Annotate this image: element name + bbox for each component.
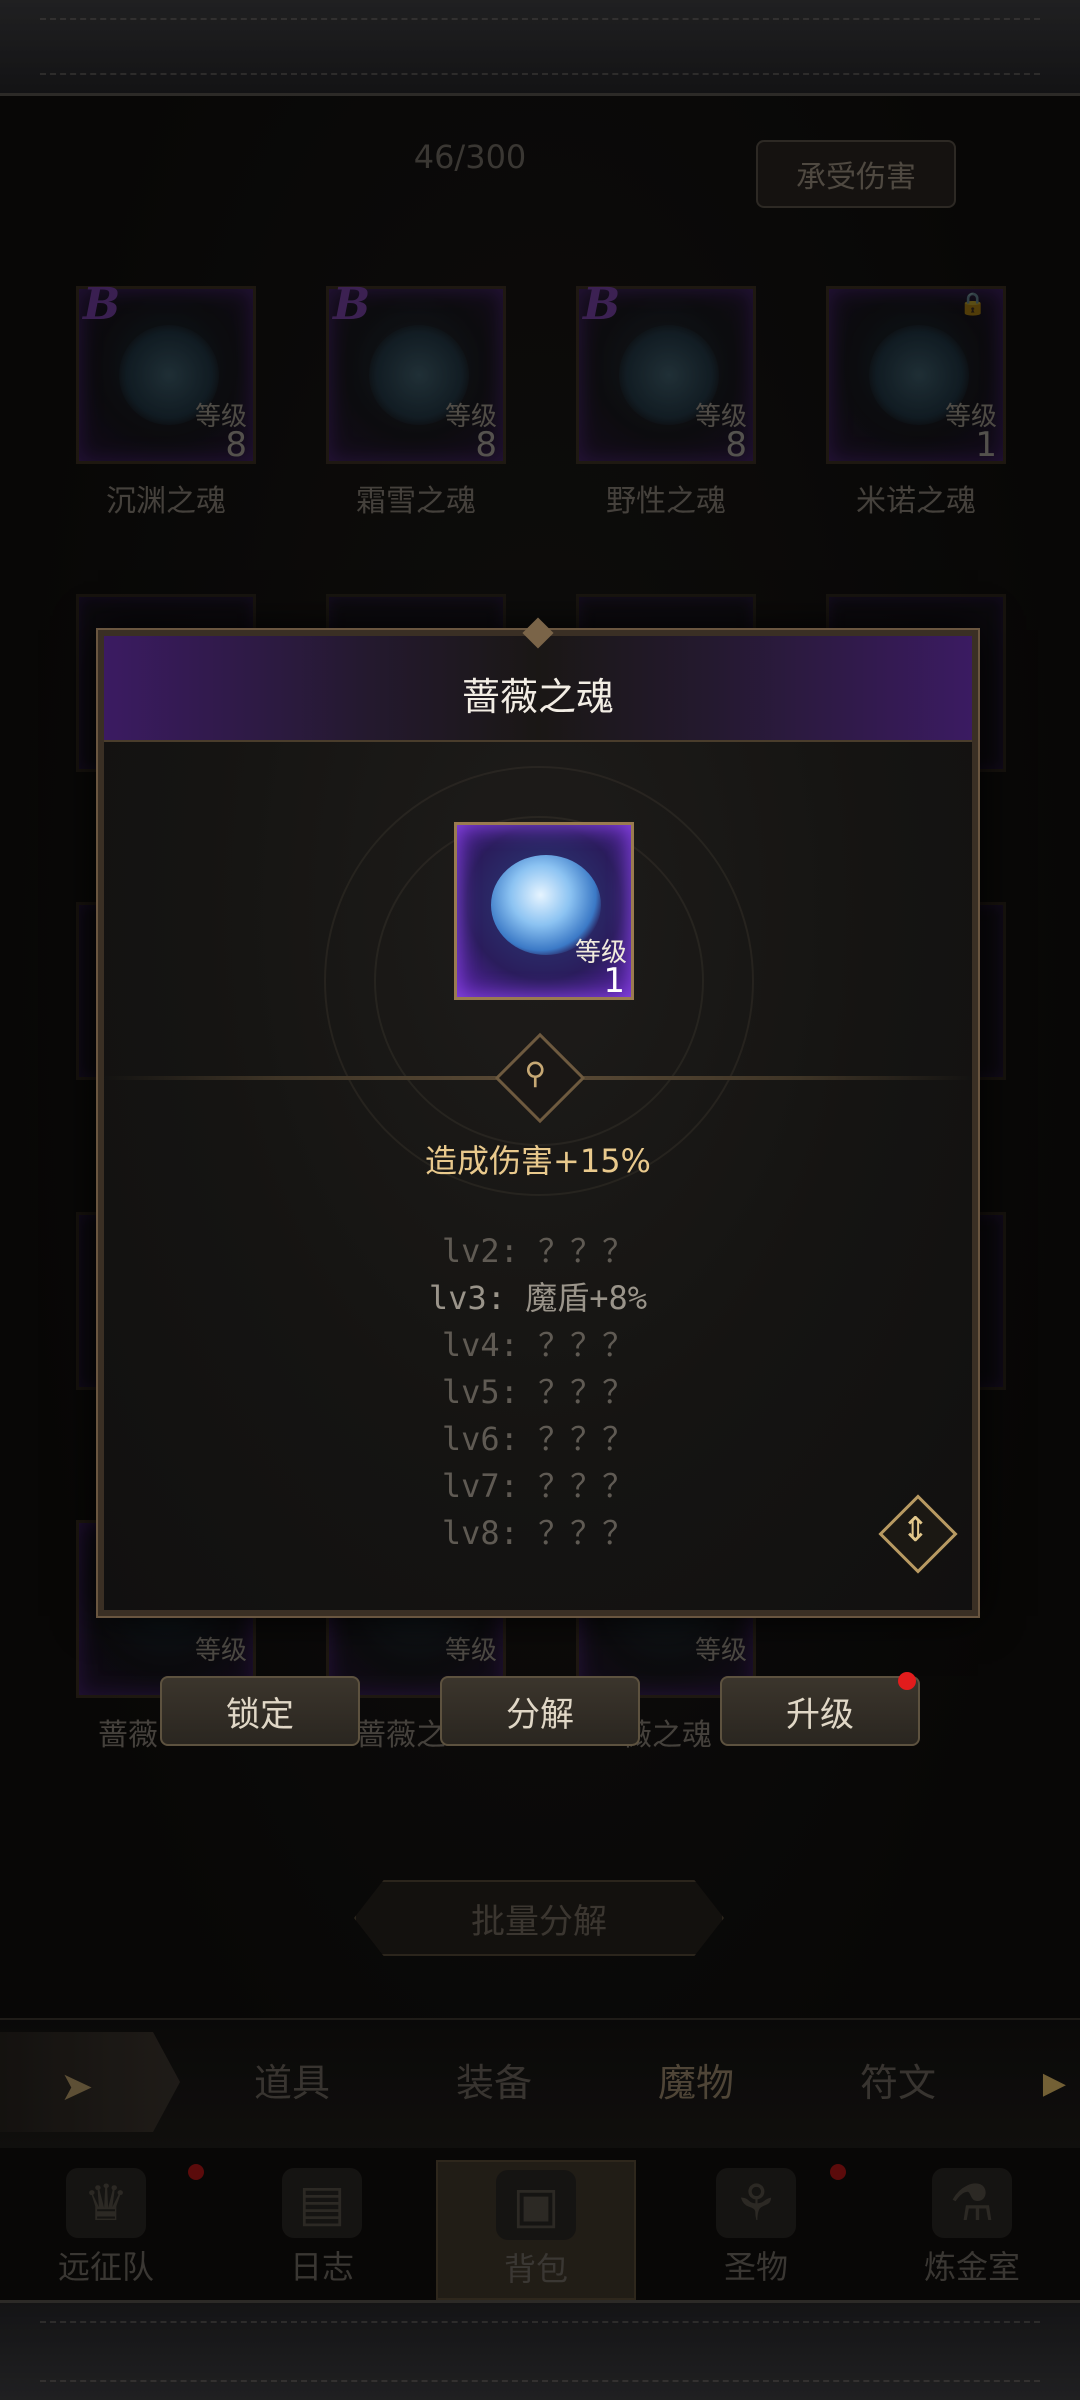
level-effect-row: lv4: ？？？	[441, 1326, 635, 1364]
level-effect-row: lv6: ？？？	[441, 1420, 635, 1458]
expand-icon: ⇕	[901, 1509, 930, 1550]
notification-dot	[898, 1672, 916, 1690]
level-effect-row: lv3: 魔盾+8%	[428, 1279, 648, 1317]
level-effect-row: lv5: ？？？	[441, 1373, 635, 1411]
level-effects-list[interactable]: lv2: ？？？ lv3: 魔盾+8% lv4: ？？？ lv5: ？？？ lv…	[104, 1226, 972, 1555]
decompose-button[interactable]: 分解	[440, 1676, 640, 1746]
level-effect-row: lv8: ？？？	[441, 1514, 635, 1552]
lock-button[interactable]: 锁定	[160, 1676, 360, 1746]
level-value: 1	[603, 961, 625, 1001]
magnifier-icon: ⚲	[524, 1056, 547, 1092]
level-effect-row: lv2: ？？？	[441, 1232, 635, 1270]
dialog-title: 蔷薇之魂	[461, 675, 614, 719]
upgrade-button[interactable]: 升级	[720, 1676, 920, 1746]
soul-item-preview: 等级 1	[454, 822, 634, 1001]
soul-detail-dialog: 蔷薇之魂 等级 1 ⚲ 造成伤害+15% lv2: ？？？ lv3: 魔盾+8%…	[98, 617, 978, 1616]
level-effect-row: lv7: ？？？	[441, 1467, 635, 1505]
current-effect: 造成伤害+15%	[425, 1142, 651, 1180]
